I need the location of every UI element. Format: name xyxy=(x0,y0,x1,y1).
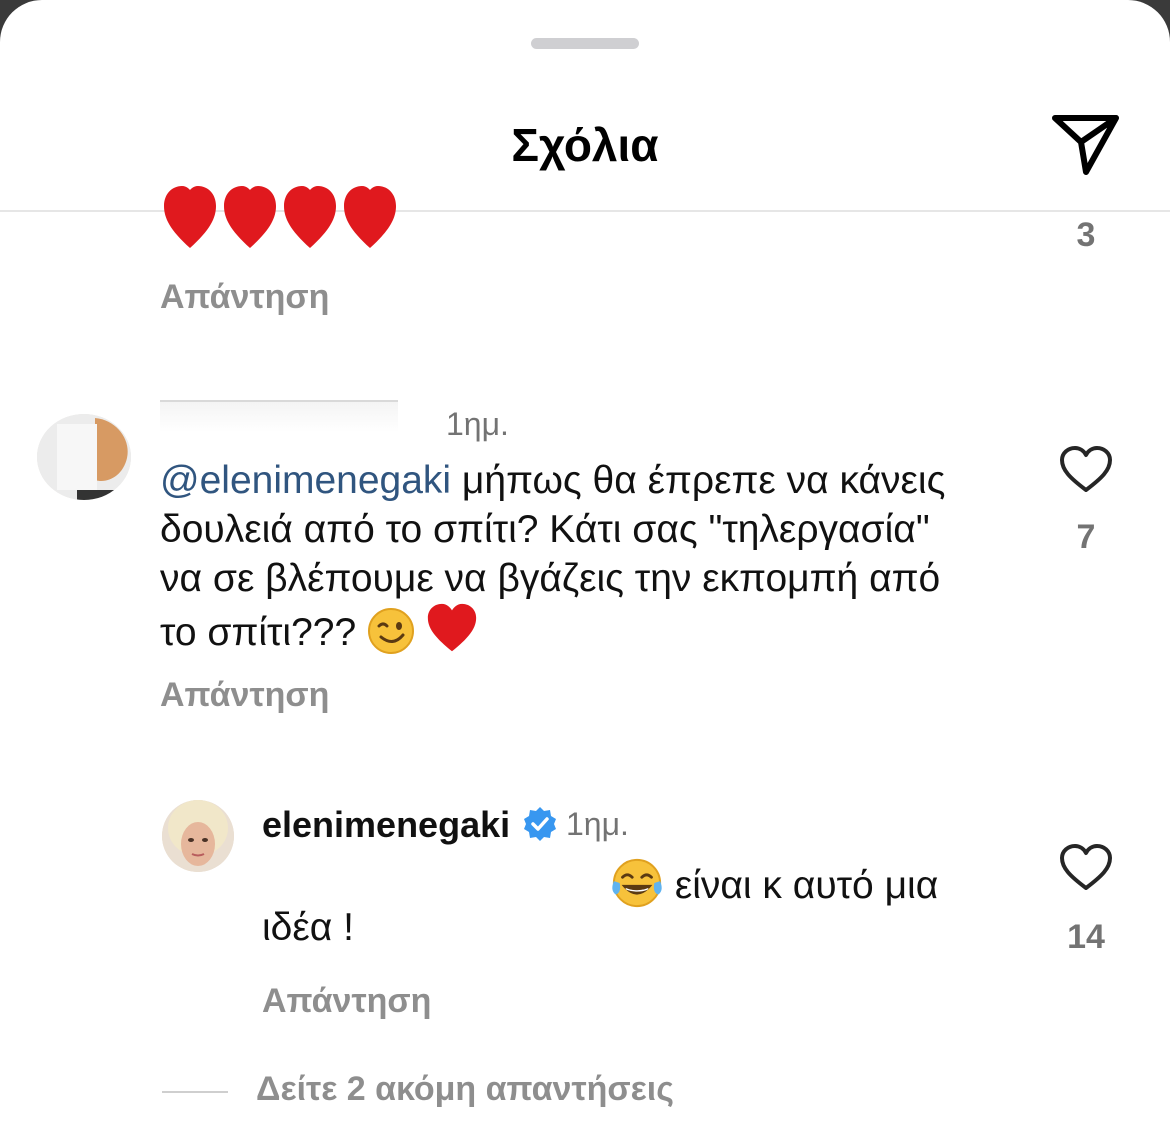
reply-text-line: είναι κ αυτό μια xyxy=(610,856,938,910)
reply-username[interactable]: elenimenegaki xyxy=(262,804,510,846)
like-count: 3 xyxy=(1076,216,1096,254)
avatar-image xyxy=(37,414,131,500)
view-more-replies-button[interactable]: Δείτε 2 ακόμη απαντήσεις xyxy=(256,1070,674,1109)
like-count: 7 xyxy=(1076,518,1096,556)
page-title: Σχόλια xyxy=(511,119,659,171)
comments-sheet: Σχόλια 3 Απάντηση 1ημ. @elenimenegaki μή… xyxy=(0,0,1170,1139)
mention-link[interactable]: @elenimenegaki xyxy=(160,459,451,502)
verified-badge-icon xyxy=(524,807,556,841)
paper-plane-icon[interactable] xyxy=(1050,112,1122,178)
reply-text-2: ιδέα ! xyxy=(262,906,354,949)
comment-time: 1ημ. xyxy=(446,406,509,442)
comment-text: @elenimenegaki μήπως θα έπρεπε να κάνεις… xyxy=(160,456,960,657)
reply-text-1: είναι κ αυτό μια xyxy=(664,864,939,907)
like-heart-icon[interactable] xyxy=(1058,842,1114,894)
avatar[interactable] xyxy=(37,414,131,500)
heart-emojis xyxy=(164,186,396,248)
like-heart-icon[interactable] xyxy=(1058,444,1114,496)
tears-of-joy-icon xyxy=(612,858,662,908)
winking-face-icon xyxy=(368,608,415,654)
reply-time: 1ημ. xyxy=(566,806,629,842)
redacted-username xyxy=(160,400,398,432)
reply-button[interactable]: Απάντηση xyxy=(262,982,431,1021)
avatar[interactable] xyxy=(162,800,234,872)
heart-icon xyxy=(427,603,477,652)
avatar-image xyxy=(162,800,234,872)
reply-button[interactable]: Απάντηση xyxy=(160,676,329,715)
reply-button[interactable]: Απάντηση xyxy=(160,278,329,317)
like-count: 14 xyxy=(1067,918,1105,956)
sheet-grabber[interactable] xyxy=(531,38,639,49)
view-more-divider xyxy=(162,1091,228,1093)
